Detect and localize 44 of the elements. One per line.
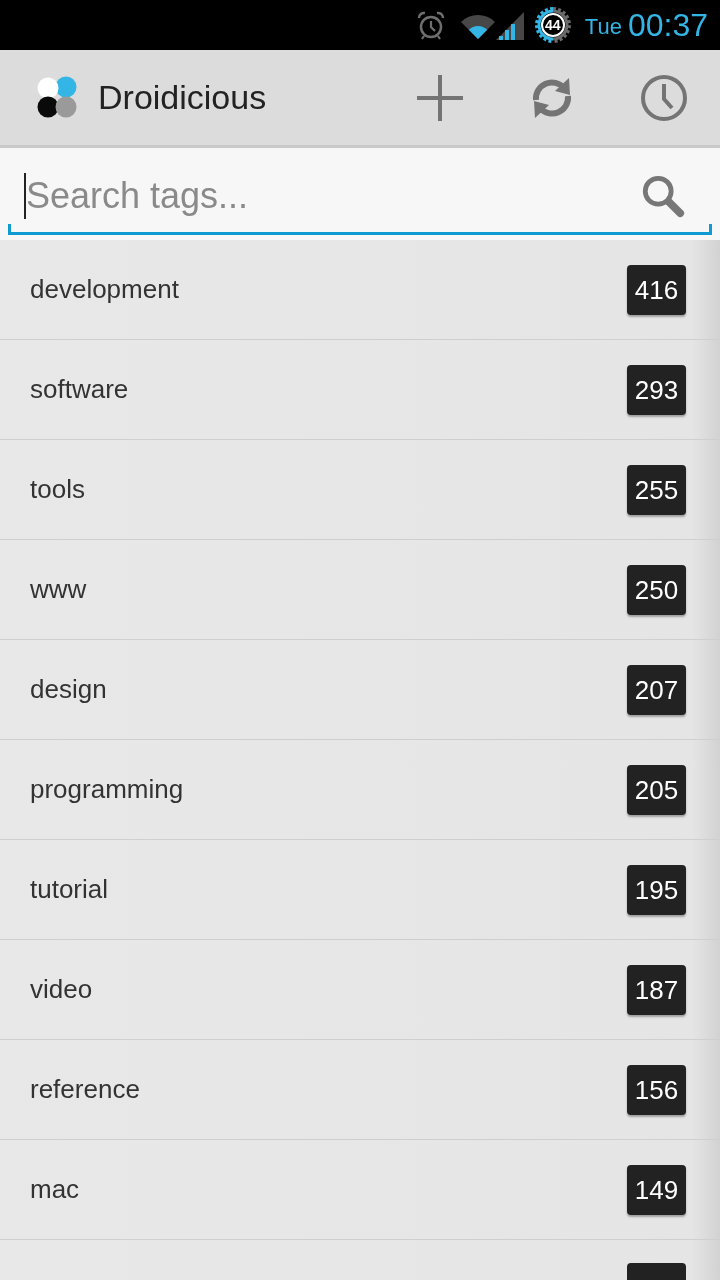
tag-row[interactable]: tools 255 <box>0 440 720 540</box>
tag-count: 207 <box>627 664 686 715</box>
tag-count: 149 <box>627 1164 686 1215</box>
tag-count: 195 <box>627 864 686 915</box>
tag-row[interactable]: software 293 <box>0 340 720 440</box>
count-badge <box>627 1263 686 1280</box>
app-title: Droidicious <box>98 78 267 117</box>
tag-count: 250 <box>627 564 686 615</box>
tag-name: programming <box>30 774 184 805</box>
tag-count: 205 <box>627 764 686 815</box>
tag-count: 187 <box>627 964 686 1015</box>
tag-row[interactable]: reference 156 <box>0 1040 720 1140</box>
search-bar[interactable]: Search tags... <box>8 160 712 235</box>
status-day: Tue <box>584 14 622 40</box>
tag-row[interactable]: development 416 <box>0 240 720 340</box>
tag-row[interactable]: tutorial 195 <box>0 840 720 940</box>
tag-name: development <box>30 274 179 305</box>
status-time: 00:37 <box>627 6 708 44</box>
tag-name: software <box>30 374 129 405</box>
search-input[interactable]: Search tags... <box>26 175 640 217</box>
tag-row[interactable]: programming 205 <box>0 740 720 840</box>
tag-name: tools <box>30 474 85 505</box>
tag-row[interactable]: mac 149 <box>0 1140 720 1240</box>
search-icon <box>640 173 686 219</box>
tag-name: design <box>30 674 107 705</box>
plus-icon <box>415 72 465 123</box>
tag-count: 293 <box>627 364 686 415</box>
tag-row[interactable]: www 250 <box>0 540 720 640</box>
tag-count: 416 <box>627 264 686 315</box>
tag-row[interactable]: design 207 <box>0 640 720 740</box>
clock-icon <box>639 72 689 123</box>
tag-count: 255 <box>627 464 686 515</box>
signal-icon <box>495 10 524 40</box>
battery-gauge-icon <box>534 7 571 43</box>
tag-name: www <box>30 574 87 605</box>
tag-count: 156 <box>627 1064 686 1115</box>
text-cursor <box>24 173 26 219</box>
tag-name: video <box>30 974 93 1005</box>
tag-name: mac <box>30 1174 80 1205</box>
tag-name: reference <box>30 1074 140 1105</box>
tag-name: tutorial <box>30 874 109 905</box>
alarm-clock-icon <box>415 10 446 40</box>
battery-percent: 44 <box>544 17 562 33</box>
tag-row[interactable]: video 187 <box>0 940 720 1040</box>
